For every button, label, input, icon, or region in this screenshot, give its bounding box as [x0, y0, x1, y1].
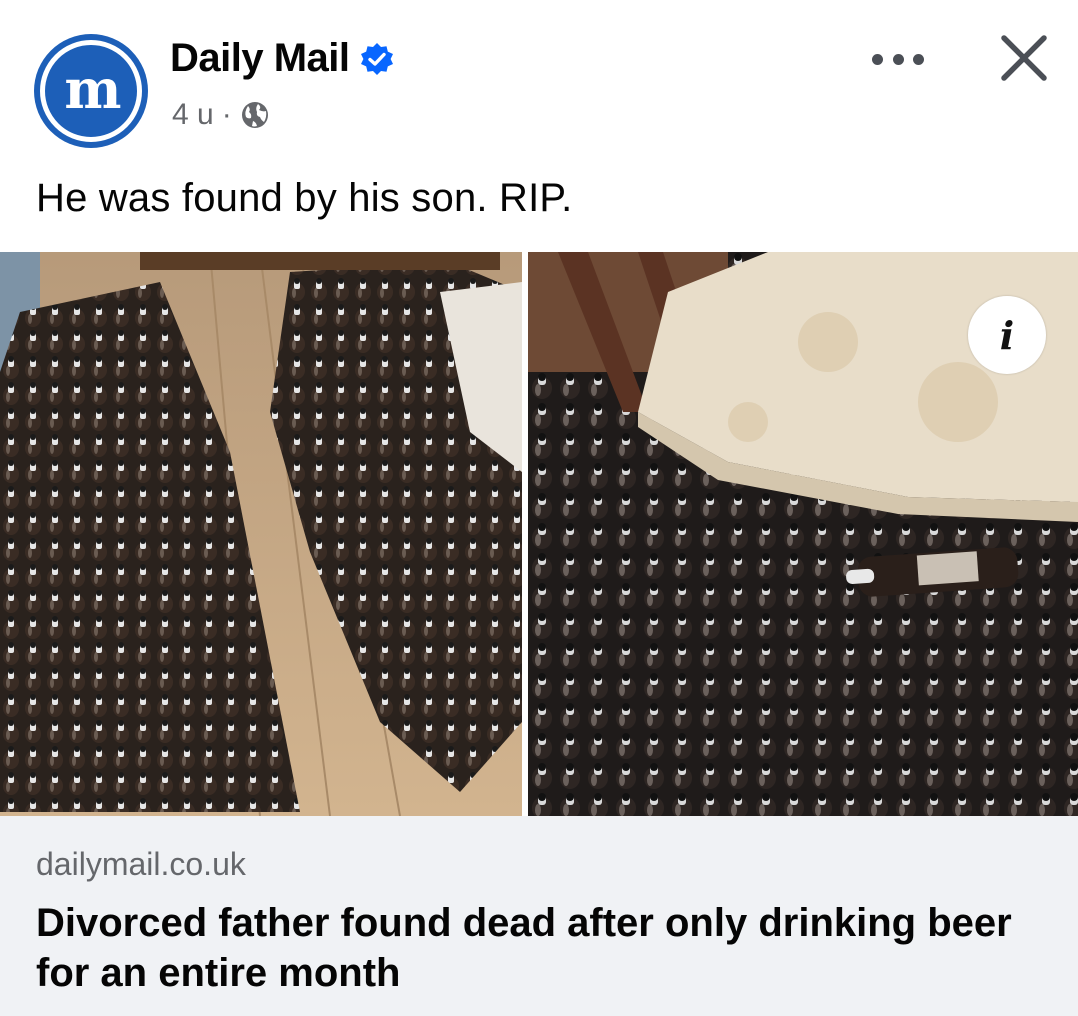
more-options-icon[interactable]	[866, 42, 930, 76]
dot	[892, 53, 904, 65]
dot	[913, 53, 924, 65]
link-preview[interactable]: dailymail.co.uk Divorced father found de…	[0, 816, 1078, 1016]
avatar-logo: m	[64, 57, 121, 121]
link-domain: dailymail.co.uk	[36, 846, 246, 882]
page-avatar[interactable]: m	[34, 34, 148, 148]
link-title[interactable]: Divorced father found dead after only dr…	[36, 898, 1036, 998]
page-name-row: Daily Mail	[170, 36, 394, 81]
globe-icon	[240, 100, 270, 130]
photo-bottles-floor[interactable]	[0, 252, 522, 816]
post-caption: He was found by his son. RIP.	[36, 176, 573, 220]
post-header: m Daily Mail 4 u ·	[0, 0, 1078, 160]
info-icon-glyph: i	[999, 312, 1015, 358]
post-media[interactable]: i	[0, 252, 1078, 816]
page-name[interactable]: Daily Mail	[170, 36, 350, 81]
post-meta: 4 u ·	[172, 98, 270, 132]
close-icon[interactable]	[996, 30, 1052, 86]
verified-badge-icon	[360, 42, 394, 76]
post-time[interactable]: 4 u	[172, 98, 214, 132]
dot	[872, 53, 883, 65]
info-icon[interactable]: i	[968, 296, 1046, 374]
meta-separator: ·	[221, 98, 232, 131]
